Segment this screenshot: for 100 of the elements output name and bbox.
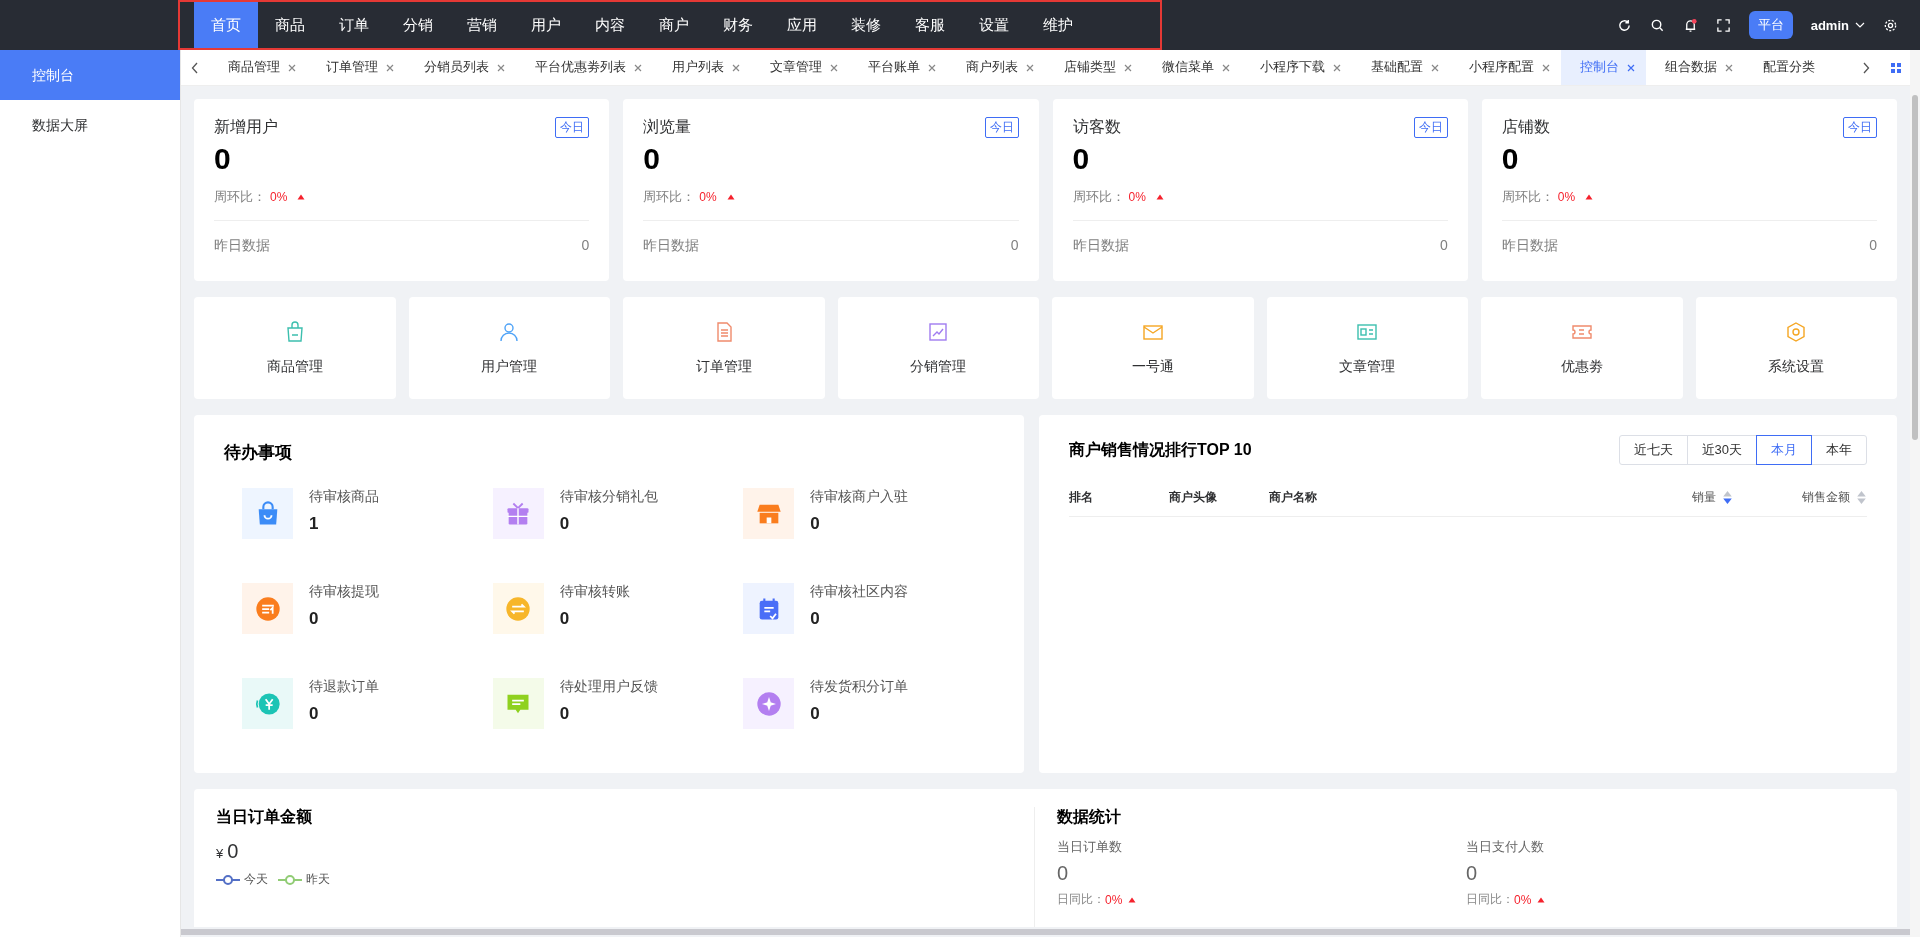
tab-label[interactable]: 平台账单 (868, 59, 920, 76)
tab-label[interactable]: 基础配置 (1371, 59, 1423, 76)
nav-item[interactable]: 商品 (258, 2, 322, 48)
close-icon[interactable] (927, 62, 937, 73)
ratio-label: 日同比： (1466, 891, 1514, 908)
nav-item[interactable]: 财务 (706, 2, 770, 48)
tab[interactable]: 控制台 (1561, 50, 1646, 85)
tab[interactable]: 分销员列表 (405, 50, 516, 85)
nav-item[interactable]: 内容 (578, 2, 642, 48)
close-icon[interactable] (829, 62, 839, 73)
tab-label[interactable]: 文章管理 (770, 59, 822, 76)
range-button[interactable]: 近30天 (1686, 435, 1757, 465)
close-icon[interactable] (633, 62, 643, 73)
scrollbar[interactable] (181, 929, 1910, 935)
shortcut-card[interactable]: 订单管理 (623, 297, 825, 399)
close-icon[interactable] (1724, 62, 1734, 73)
tab-label[interactable]: 店铺类型 (1064, 59, 1116, 76)
tab[interactable]: 配置分类 (1744, 50, 1819, 85)
scroll-left-icon[interactable] (191, 61, 199, 74)
sidebar-item[interactable]: 控制台 (0, 50, 180, 100)
nav-item[interactable]: 用户 (514, 2, 578, 48)
tab[interactable]: 微信菜单 (1143, 50, 1241, 85)
caret-icon[interactable] (1855, 22, 1865, 28)
settings-icon[interactable] (1883, 17, 1898, 33)
close-icon[interactable] (1430, 62, 1440, 73)
shortcut-card[interactable]: 商品管理 (194, 297, 396, 399)
search-icon[interactable] (1649, 17, 1665, 33)
close-icon[interactable] (1626, 62, 1636, 73)
sort-icon[interactable] (1722, 490, 1733, 505)
refund-icon[interactable] (242, 678, 293, 729)
close-icon[interactable] (1123, 62, 1133, 73)
tab-label[interactable]: 用户列表 (672, 59, 724, 76)
nav-item[interactable]: 商户 (642, 2, 706, 48)
nav-item[interactable]: 订单 (322, 2, 386, 48)
grid-icon[interactable] (1890, 61, 1902, 74)
shortcut-card[interactable]: 分销管理 (837, 297, 1039, 399)
close-icon[interactable] (1025, 62, 1035, 73)
nav-item[interactable]: 营销 (450, 2, 514, 48)
range-button[interactable]: 近七天 (1618, 435, 1688, 465)
close-icon[interactable] (1332, 62, 1342, 73)
tab[interactable]: 平台账单 (849, 50, 947, 85)
feedback-icon[interactable] (492, 678, 544, 729)
tab-label[interactable]: 小程序下载 (1260, 59, 1325, 76)
nav-item[interactable]: 设置 (962, 2, 1026, 48)
tab[interactable]: 基础配置 (1352, 50, 1450, 85)
points-icon[interactable] (743, 678, 795, 729)
tab-label[interactable]: 控制台 (1580, 59, 1619, 76)
tab-label[interactable]: 组合数据 (1665, 59, 1717, 76)
user-name[interactable]: admin (1810, 17, 1849, 33)
shortcut-card[interactable]: 系统设置 (1695, 297, 1897, 399)
tab[interactable]: 订单管理 (307, 50, 405, 85)
tab-label[interactable]: 平台优惠劵列表 (535, 59, 626, 76)
refresh-icon[interactable] (1616, 17, 1632, 33)
nav-item[interactable]: 首页 (194, 2, 258, 48)
range-button[interactable]: 本月 (1756, 435, 1812, 465)
scrollbar[interactable] (1912, 95, 1918, 440)
legend-icon[interactable] (278, 873, 302, 886)
tab-label[interactable]: 分销员列表 (424, 59, 489, 76)
tab[interactable]: 店铺类型 (1045, 50, 1143, 85)
range-button[interactable]: 本年 (1811, 435, 1867, 465)
close-icon[interactable] (1541, 62, 1551, 73)
tab[interactable]: 组合数据 (1646, 50, 1744, 85)
shortcut-card[interactable]: 一号通 (1052, 297, 1254, 399)
nav-item[interactable]: 装修 (834, 2, 898, 48)
tab-label[interactable]: 商品管理 (228, 59, 280, 76)
fullscreen-icon[interactable] (1715, 17, 1731, 33)
scroll-right-icon[interactable] (1862, 61, 1870, 74)
tab-label[interactable]: 订单管理 (326, 59, 378, 76)
tab[interactable]: 商品管理 (209, 50, 307, 85)
tab[interactable]: 用户列表 (653, 50, 751, 85)
transfer-icon[interactable] (492, 583, 544, 634)
platform-button[interactable]: 平台 (1748, 11, 1793, 39)
store-icon[interactable] (743, 488, 795, 539)
tab[interactable]: 小程序配置 (1450, 50, 1561, 85)
nav-item[interactable]: 应用 (770, 2, 834, 48)
close-icon[interactable] (731, 62, 741, 73)
tab-label[interactable]: 微信菜单 (1162, 59, 1214, 76)
tab[interactable]: 商户列表 (947, 50, 1045, 85)
withdraw-icon[interactable] (242, 583, 293, 634)
tab[interactable]: 平台优惠劵列表 (516, 50, 653, 85)
shortcut-card[interactable]: 用户管理 (408, 297, 610, 399)
legend-icon[interactable] (216, 873, 240, 886)
calendar-icon[interactable] (743, 583, 795, 634)
close-icon[interactable] (385, 62, 395, 73)
sidebar-item[interactable]: 数据大屏 (0, 100, 180, 150)
close-icon[interactable] (287, 62, 297, 73)
tab-label[interactable]: 配置分类 (1763, 59, 1815, 76)
gift-icon[interactable] (492, 488, 544, 539)
close-icon[interactable] (496, 62, 506, 73)
shortcut-card[interactable]: 文章管理 (1266, 297, 1468, 399)
nav-item[interactable]: 维护 (1026, 2, 1090, 48)
nav-item[interactable]: 分销 (386, 2, 450, 48)
tab-label[interactable]: 小程序配置 (1469, 59, 1534, 76)
tab-label[interactable]: 商户列表 (966, 59, 1018, 76)
tab[interactable]: 文章管理 (751, 50, 849, 85)
nav-item[interactable]: 客服 (898, 2, 962, 48)
shortcut-card[interactable]: 优惠劵 (1481, 297, 1683, 399)
bag-icon[interactable] (242, 488, 293, 539)
close-icon[interactable] (1221, 62, 1231, 73)
tab[interactable]: 小程序下载 (1241, 50, 1352, 85)
